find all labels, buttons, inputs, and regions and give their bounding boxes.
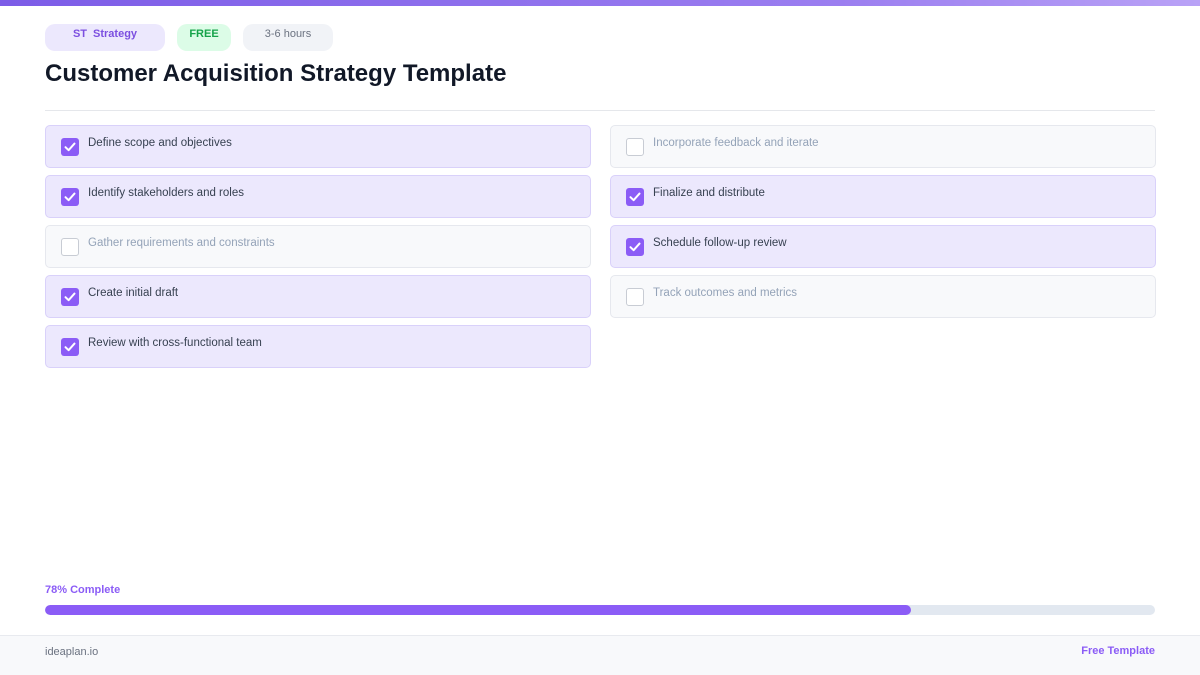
checkbox-checked[interactable] [626,188,644,206]
checklist-item-label: Review with cross-functional team [88,337,262,349]
checkbox-checked[interactable] [61,188,79,206]
checklist-item[interactable]: Track outcomes and metrics [610,275,1156,318]
checkbox-checked[interactable] [61,138,79,156]
top-accent-bar [0,0,1200,6]
category-label: Strategy [93,28,138,40]
category-badge: ST Strategy [45,24,165,51]
duration-badge: 3-6 hours [243,24,333,51]
checklist-item[interactable]: Create initial draft [45,275,591,318]
category-code: ST [72,28,88,40]
checklist-item[interactable]: Gather requirements and constraints [45,225,591,268]
checklist-item-label: Identify stakeholders and roles [88,187,244,199]
checkbox-unchecked[interactable] [626,138,644,156]
checklist-item-label: Gather requirements and constraints [88,237,275,249]
checklist-item-label: Define scope and objectives [88,137,232,149]
checklist-item[interactable]: Review with cross-functional team [45,325,591,368]
checklist-item[interactable]: Incorporate feedback and iterate [610,125,1156,168]
footer-template-tag: Free Template [1081,645,1155,657]
checklist-item[interactable]: Schedule follow-up review [610,225,1156,268]
checkmark-icon [64,142,76,152]
checkbox-unchecked[interactable] [626,288,644,306]
checklist-item-label: Track outcomes and metrics [653,287,798,299]
checklist-item-label: Finalize and distribute [653,187,765,199]
checkbox-checked[interactable] [61,338,79,356]
checkmark-icon [629,242,641,252]
progress-bar-fill [45,605,911,615]
checklist-item-label: Incorporate feedback and iterate [653,137,819,149]
checklist-item-label: Create initial draft [88,287,179,299]
checkbox-checked[interactable] [61,288,79,306]
title-divider [45,110,1155,111]
checkbox-checked[interactable] [626,238,644,256]
checklist-item[interactable]: Finalize and distribute [610,175,1156,218]
checkmark-icon [64,292,76,302]
checkbox-unchecked[interactable] [61,238,79,256]
checkmark-icon [629,192,641,202]
footer: ideaplan.io Free Template [0,635,1200,675]
page-title: Customer Acquisition Strategy Template [45,60,507,87]
progress-bar [45,605,1155,615]
checklist-item[interactable]: Identify stakeholders and roles [45,175,591,218]
footer-site-link[interactable]: ideaplan.io [45,646,98,658]
checklist-item-label: Schedule follow-up review [653,237,787,249]
checkmark-icon [64,192,76,202]
checkmark-icon [64,342,76,352]
checklist-item[interactable]: Define scope and objectives [45,125,591,168]
price-badge: FREE [177,24,231,51]
progress-label: 78% Complete [45,584,121,596]
